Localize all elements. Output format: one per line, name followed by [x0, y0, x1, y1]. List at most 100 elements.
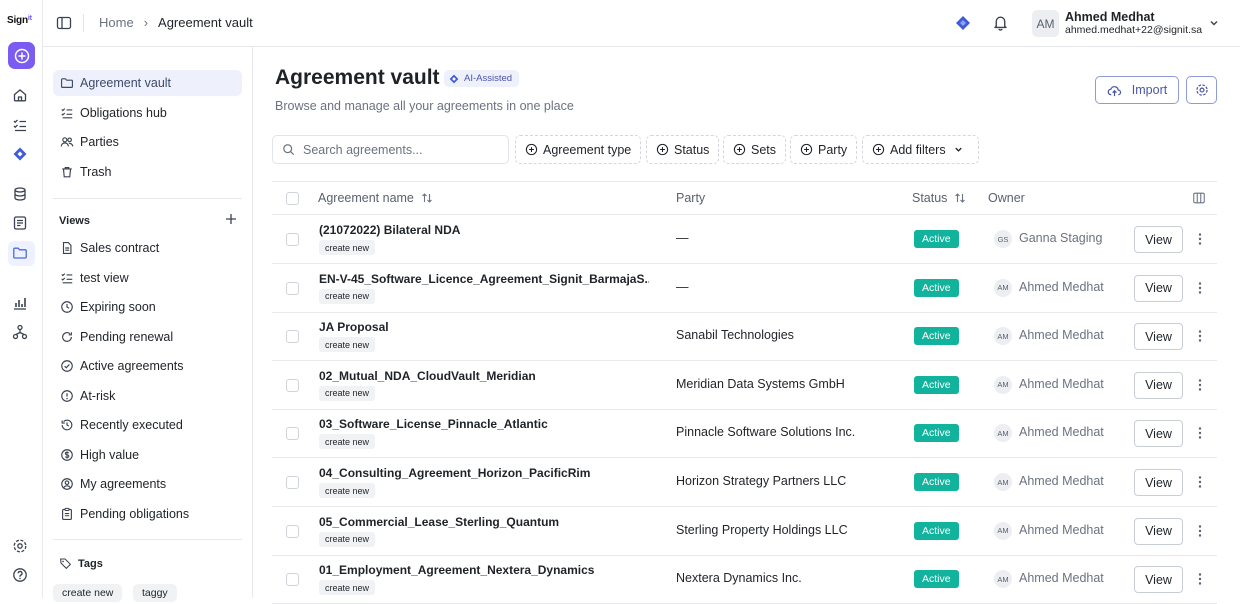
- agreement-tag[interactable]: create new: [319, 386, 375, 401]
- table-row[interactable]: (21072022) Bilateral NDAcreate new—Activ…: [272, 215, 1217, 264]
- column-agreement-name[interactable]: Agreement name: [318, 191, 433, 205]
- table-row[interactable]: 04_Consulting_Agreement_Horizon_PacificR…: [272, 458, 1217, 507]
- table-row[interactable]: JA Proposalcreate newSanabil Technologie…: [272, 312, 1217, 361]
- sort-icon[interactable]: [954, 192, 966, 204]
- agreement-name[interactable]: EN-V-45_Software_Licence_Agreement_Signi…: [319, 272, 649, 286]
- new-agreement-button[interactable]: [8, 42, 35, 69]
- agreement-name[interactable]: (21072022) Bilateral NDA: [319, 223, 460, 237]
- tag-chip[interactable]: create new: [53, 584, 122, 602]
- user-name[interactable]: Ahmed Medhat: [1065, 10, 1155, 24]
- view-button[interactable]: View: [1134, 372, 1183, 399]
- sidebar-item-agreement-vault[interactable]: Agreement vault: [53, 70, 242, 96]
- party-name: Pinnacle Software Solutions Inc.: [676, 425, 855, 439]
- row-checkbox[interactable]: [286, 525, 299, 538]
- row-checkbox[interactable]: [286, 427, 299, 440]
- vault-settings-button[interactable]: [1186, 76, 1217, 104]
- sidebar-item-pending-obligations[interactable]: Pending obligations: [53, 501, 242, 527]
- view-button[interactable]: View: [1134, 226, 1183, 253]
- table-row[interactable]: 02_Mutual_NDA_CloudVault_Meridiancreate …: [272, 361, 1217, 410]
- ai-sparkle-icon[interactable]: [12, 146, 28, 162]
- agreement-name[interactable]: 02_Mutual_NDA_CloudVault_Meridian: [319, 369, 536, 383]
- row-checkbox[interactable]: [286, 330, 299, 343]
- tag-chip[interactable]: taggy: [133, 584, 177, 602]
- search-input[interactable]: [303, 143, 493, 157]
- agreement-tag[interactable]: create new: [319, 289, 375, 304]
- view-button[interactable]: View: [1134, 566, 1183, 593]
- sidebar-item-trash[interactable]: Trash: [53, 159, 242, 185]
- sidebar-item-pending-renewal[interactable]: Pending renewal: [53, 324, 242, 350]
- add-view-icon[interactable]: [225, 213, 237, 225]
- agreement-name[interactable]: JA Proposal: [319, 320, 389, 334]
- agreement-name[interactable]: 03_Software_License_Pinnacle_Atlantic: [319, 417, 548, 431]
- sidebar-item-sales-contract[interactable]: Sales contract: [53, 235, 242, 261]
- table-row[interactable]: 05_Commercial_Lease_Sterling_Quantumcrea…: [272, 507, 1217, 556]
- filter-sets[interactable]: Sets: [723, 135, 786, 164]
- agreement-name[interactable]: 04_Consulting_Agreement_Horizon_PacificR…: [319, 466, 590, 480]
- sidebar-item-recently-executed[interactable]: Recently executed: [53, 412, 242, 438]
- notifications-bell-icon[interactable]: [992, 14, 1009, 31]
- filter-status[interactable]: Status: [646, 135, 719, 164]
- sidebar-item-expiring-soon[interactable]: Expiring soon: [53, 294, 242, 320]
- table-row[interactable]: 01_Employment_Agreement_Nextera_Dynamics…: [272, 555, 1217, 604]
- sidebar-toggle-icon[interactable]: [56, 15, 72, 31]
- home-icon[interactable]: [12, 87, 28, 103]
- more-options-icon[interactable]: [1193, 426, 1207, 440]
- user-avatar[interactable]: AM: [1032, 10, 1059, 37]
- row-checkbox[interactable]: [286, 573, 299, 586]
- more-options-icon[interactable]: [1193, 572, 1207, 586]
- agreement-tag[interactable]: create new: [319, 337, 375, 352]
- table-row[interactable]: EN-V-45_Software_Licence_Agreement_Signi…: [272, 264, 1217, 313]
- row-checkbox[interactable]: [286, 379, 299, 392]
- agreement-tag[interactable]: create new: [319, 434, 375, 449]
- import-button[interactable]: Import: [1095, 76, 1179, 104]
- view-button[interactable]: View: [1134, 420, 1183, 447]
- sidebar-item-my-agreements[interactable]: My agreements: [53, 471, 242, 497]
- more-options-icon[interactable]: [1193, 524, 1207, 538]
- workflow-icon[interactable]: [12, 324, 28, 340]
- sidebar-item-test-view[interactable]: test view: [53, 265, 242, 291]
- breadcrumb-home[interactable]: Home: [99, 15, 134, 30]
- help-icon[interactable]: [12, 567, 28, 583]
- agreement-name[interactable]: 05_Commercial_Lease_Sterling_Quantum: [319, 515, 559, 529]
- sidebar-item-high-value[interactable]: High value: [53, 442, 242, 468]
- analytics-icon[interactable]: [12, 295, 28, 311]
- agreement-tag[interactable]: create new: [319, 240, 375, 255]
- agreement-name[interactable]: 01_Employment_Agreement_Nextera_Dynamics: [319, 563, 594, 577]
- filter-party[interactable]: Party: [790, 135, 857, 164]
- more-options-icon[interactable]: [1193, 475, 1207, 489]
- sort-icon[interactable]: [421, 192, 433, 204]
- row-checkbox[interactable]: [286, 476, 299, 489]
- sidebar-item-obligations-hub[interactable]: Obligations hub: [53, 100, 242, 126]
- more-options-icon[interactable]: [1193, 329, 1207, 343]
- filter-add-filters[interactable]: Add filters: [862, 135, 979, 164]
- row-checkbox[interactable]: [286, 233, 299, 246]
- document-list-icon[interactable]: [12, 215, 28, 231]
- tasks-icon[interactable]: [12, 117, 28, 133]
- plus-circle-icon: [525, 143, 538, 156]
- agreement-tag[interactable]: create new: [319, 532, 375, 547]
- folder-icon[interactable]: [12, 245, 28, 261]
- chevron-down-icon[interactable]: [1208, 17, 1220, 29]
- more-options-icon[interactable]: [1193, 281, 1207, 295]
- view-button[interactable]: View: [1134, 469, 1183, 496]
- sidebar-item-active-agreements[interactable]: Active agreements: [53, 353, 242, 379]
- agreement-tag[interactable]: create new: [319, 580, 375, 595]
- select-all-checkbox[interactable]: [286, 192, 299, 205]
- filter-agreement-type[interactable]: Agreement type: [515, 135, 641, 164]
- column-status[interactable]: Status: [912, 191, 966, 205]
- more-options-icon[interactable]: [1193, 232, 1207, 246]
- app-logo[interactable]: Signit: [7, 15, 32, 26]
- view-button[interactable]: View: [1134, 275, 1183, 302]
- view-button[interactable]: View: [1134, 518, 1183, 545]
- row-checkbox[interactable]: [286, 282, 299, 295]
- settings-icon[interactable]: [12, 538, 28, 554]
- view-button[interactable]: View: [1134, 323, 1183, 350]
- sidebar-item-at-risk[interactable]: At-risk: [53, 383, 242, 409]
- database-icon[interactable]: [12, 186, 28, 202]
- ai-assistant-icon[interactable]: [955, 15, 971, 31]
- sidebar-item-parties[interactable]: Parties: [53, 129, 242, 155]
- table-row[interactable]: 03_Software_License_Pinnacle_Atlanticcre…: [272, 409, 1217, 458]
- agreement-tag[interactable]: create new: [319, 483, 375, 498]
- columns-icon[interactable]: [1192, 191, 1206, 205]
- more-options-icon[interactable]: [1193, 378, 1207, 392]
